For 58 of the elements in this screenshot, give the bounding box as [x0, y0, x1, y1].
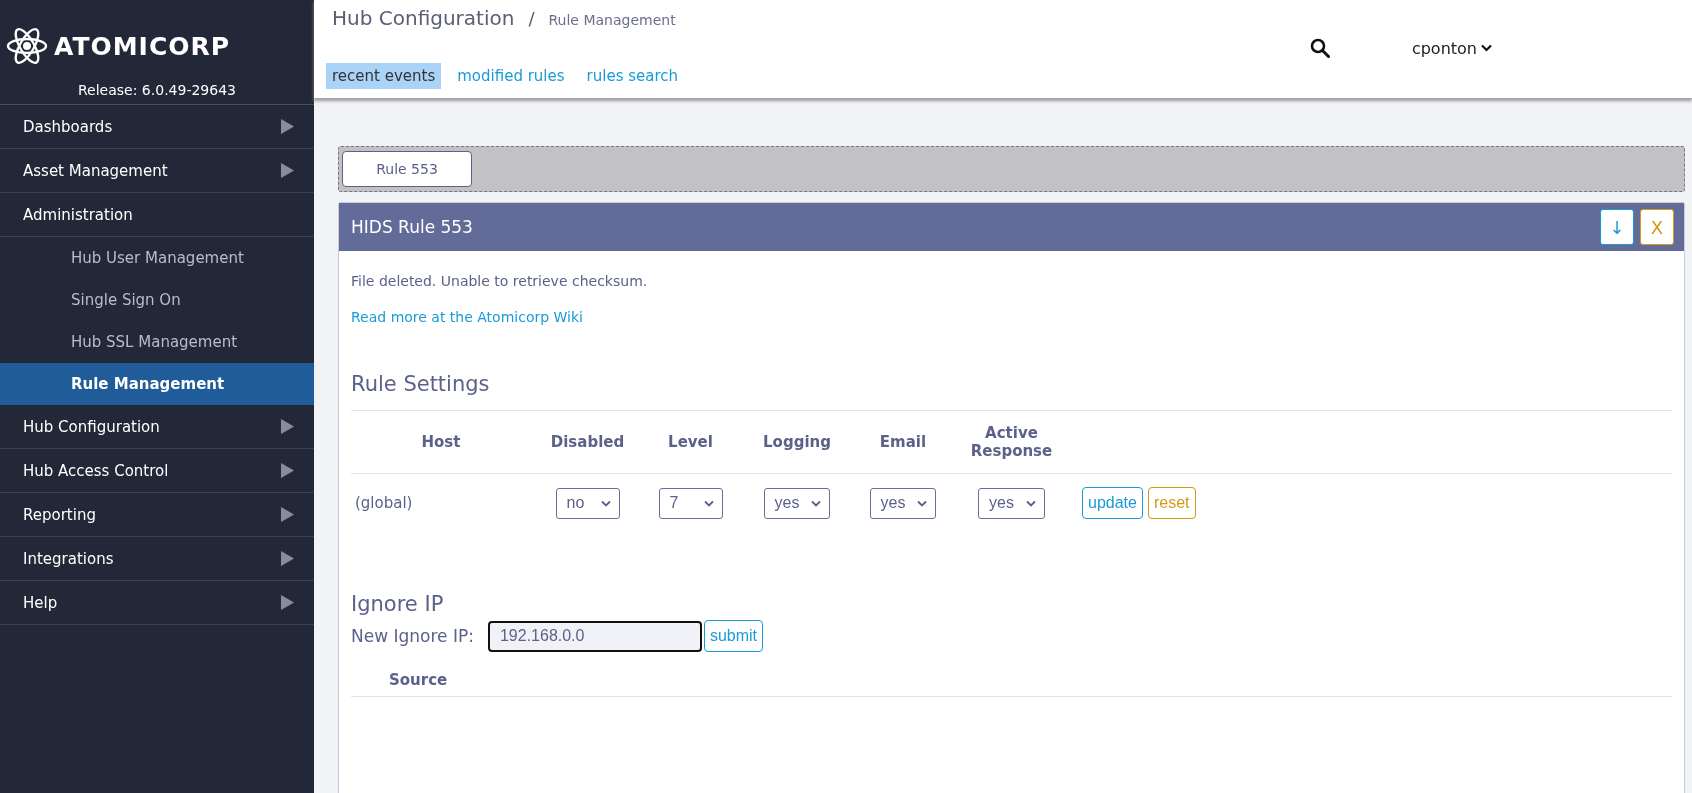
wiki-link[interactable]: Read more at the Atomicorp Wiki	[351, 309, 583, 325]
sidebar-item[interactable]: Administration	[0, 193, 314, 237]
field-label: New Ignore IP:	[351, 626, 474, 646]
expand-arrow-icon	[281, 119, 294, 134]
user-menu[interactable]: cponton	[1411, 38, 1492, 58]
section-heading: Rule Settings	[351, 372, 491, 396]
atom-logo-icon	[6, 25, 48, 67]
sidebar-subitem[interactable]: Hub SSL Management	[0, 321, 314, 363]
nav-tab[interactable]: modified rules	[451, 63, 571, 89]
expand-arrow-icon	[281, 507, 294, 522]
sidebar-subitem[interactable]: Single Sign On	[0, 279, 314, 321]
chevron-down-icon	[703, 499, 714, 507]
expand-arrow-icon	[281, 551, 294, 566]
select-dropdown[interactable]: yes	[978, 487, 1045, 519]
logo-text: ATOMICORP	[54, 31, 231, 61]
column-header: Level	[667, 433, 714, 451]
release-version: Release: 6.0.49-29643	[0, 70, 314, 105]
expand-arrow-icon	[281, 419, 294, 434]
sidebar-item[interactable]: Integrations	[0, 537, 314, 581]
host-cell-text: (global)	[354, 494, 414, 512]
sidebar-item[interactable]: Help	[0, 581, 314, 625]
nav-tab[interactable]: recent events	[326, 63, 442, 89]
select-dropdown[interactable]: yes	[763, 487, 831, 519]
expand-arrow-icon	[281, 595, 294, 610]
breadcrumb-current: Rule Management	[548, 12, 676, 28]
column-header: Logging	[762, 433, 832, 451]
sidebar-subitem[interactable]: Hub User Management	[0, 237, 314, 279]
chevron-down-icon	[1481, 44, 1492, 52]
column-header: Active Response	[969, 424, 1054, 460]
rule-tab[interactable]: Rule 553	[342, 151, 472, 187]
expand-arrow-icon	[281, 163, 294, 178]
action-button[interactable]: update	[1082, 487, 1143, 519]
panel-button[interactable]: ↓	[1600, 209, 1634, 245]
column-header: Email	[878, 433, 928, 451]
expand-arrow-icon	[281, 463, 294, 478]
sidebar-item[interactable]: Asset Management	[0, 149, 314, 193]
chevron-down-icon	[1025, 499, 1036, 507]
select-dropdown[interactable]: no	[555, 487, 620, 519]
breadcrumb-link[interactable]: Hub Configuration	[332, 6, 515, 30]
search-icon[interactable]	[1309, 38, 1330, 58]
select-dropdown[interactable]: 7	[658, 487, 723, 519]
select-dropdown[interactable]: yes	[869, 487, 937, 519]
column-header: Host	[420, 433, 462, 451]
ip-input-field[interactable]: 192.168.0.0	[487, 620, 702, 652]
column-header: Source	[389, 671, 448, 689]
chevron-down-icon	[917, 499, 928, 507]
breadcrumb-separator: /	[528, 8, 535, 29]
rule-description: File deleted. Unable to retrieve checksum.	[351, 273, 649, 289]
sidebar-item[interactable]: Dashboards	[0, 105, 314, 149]
section-heading: Ignore IP	[351, 592, 445, 616]
sidebar-item[interactable]: Reporting	[0, 493, 314, 537]
sidebar-item[interactable]: Hub Configuration	[0, 405, 314, 449]
chevron-down-icon	[600, 499, 611, 507]
sidebar-item[interactable]: Hub Access Control	[0, 449, 314, 493]
chevron-down-icon	[811, 499, 822, 507]
column-header: Disabled	[549, 433, 626, 451]
panel-title: HIDS Rule 553	[351, 217, 473, 237]
sidebar-subitem[interactable]: Rule Management	[0, 363, 314, 405]
